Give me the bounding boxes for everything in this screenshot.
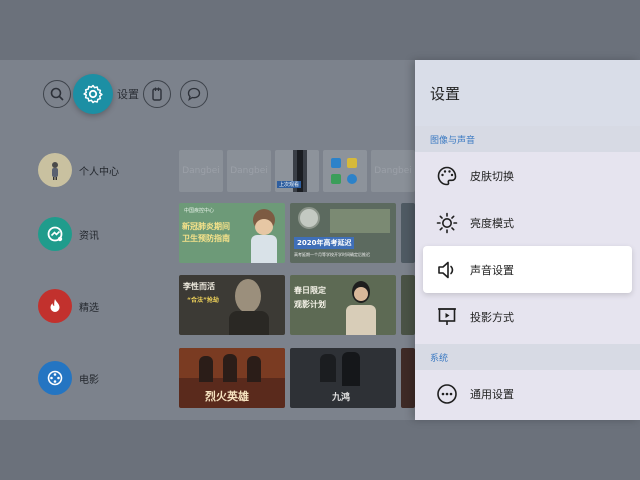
movie-tile-jiuhong[interactable]: 九鸿 xyxy=(290,348,396,408)
featured-tile-spring[interactable]: 春日限定 观影计划 xyxy=(290,275,396,335)
recent-tile[interactable]: Dangbei xyxy=(179,150,223,192)
menu-label: 亮度模式 xyxy=(470,216,514,230)
news-tile-title-line2: 卫生预防指南 xyxy=(182,234,230,243)
message-button[interactable] xyxy=(180,80,208,108)
menu-item-sound-settings[interactable]: 声音设置 xyxy=(423,246,632,293)
flame-icon xyxy=(38,289,72,323)
featured-tile-title-line2: 观影计划 xyxy=(294,300,326,309)
featured-tile-title-line1: 春日限定 xyxy=(294,286,326,295)
featured-tile-partial[interactable] xyxy=(401,275,415,335)
user-avatar xyxy=(38,153,72,187)
projector-icon xyxy=(435,305,459,329)
news-tile-header: 中国疾控中心 xyxy=(184,208,215,214)
recent-tile[interactable]: Dangbei xyxy=(227,150,271,192)
app-tile[interactable] xyxy=(323,150,367,192)
news-tile-partial[interactable] xyxy=(401,203,415,263)
tile-watermark: Dangbei xyxy=(230,166,268,176)
input-source-button[interactable] xyxy=(143,80,171,108)
speaker-icon xyxy=(435,258,459,282)
movie-tile-title: 烈火英雄 xyxy=(205,390,249,403)
featured-tile-live[interactable]: 李性而活 “合法”抢劫 xyxy=(179,275,285,335)
tile-watermark: Dangbei xyxy=(374,166,412,176)
settings-panel: 设置 图像与声音 皮肤切换 亮度模式 声音设置 投影方式 系统 通用设置 xyxy=(415,60,640,420)
section-header-image-sound: 图像与声音 xyxy=(415,126,640,152)
search-icon xyxy=(50,87,64,101)
more-dots-icon xyxy=(435,382,459,406)
news-tile-exam-delay[interactable]: 2020年高考延迟 高考延期一个月等学校开学时间确定后推迟 xyxy=(290,203,396,263)
news-tile-subtitle: 高考延期一个月等学校开学时间确定后推迟 xyxy=(294,252,370,257)
nav-label-featured: 精选 xyxy=(79,302,99,314)
tile-watermark: Dangbei xyxy=(182,166,220,176)
input-source-icon xyxy=(152,87,162,101)
last-watched-badge: 上次观看 xyxy=(277,181,302,188)
featured-tile-subtitle: “合法”抢劫 xyxy=(187,297,219,304)
sun-icon xyxy=(435,211,459,235)
news-icon xyxy=(38,217,72,251)
news-tile-prevention[interactable]: 中国疾控中心 新冠肺炎期间 卫生预防指南 xyxy=(179,203,285,263)
palette-icon xyxy=(435,164,459,188)
nav-item-personal-center[interactable]: 个人中心 xyxy=(38,150,168,190)
menu-item-projection-mode[interactable]: 投影方式 xyxy=(415,293,640,340)
menu-label: 投影方式 xyxy=(470,310,514,324)
panel-header: 设置 xyxy=(415,60,640,126)
news-tile-banner: 2020年高考延迟 xyxy=(294,237,355,249)
menu-label: 声音设置 xyxy=(470,263,514,277)
panel-title: 设置 xyxy=(430,84,461,103)
movie-tile-title: 九鸿 xyxy=(332,393,351,403)
featured-tile-title: 李性而活 xyxy=(183,282,215,291)
settings-label: 设置 xyxy=(117,88,139,101)
section-header-system: 系统 xyxy=(415,344,640,370)
menu-item-general-settings[interactable]: 通用设置 xyxy=(415,370,640,417)
nav-label-news: 资讯 xyxy=(79,230,99,242)
movie-tile-partial[interactable] xyxy=(401,348,415,408)
film-reel-icon xyxy=(38,361,72,395)
recent-tile[interactable]: Dangbei xyxy=(371,150,415,192)
menu-label: 皮肤切换 xyxy=(470,169,514,183)
menu-item-brightness-mode[interactable]: 亮度模式 xyxy=(415,199,640,246)
menu-label: 通用设置 xyxy=(470,387,514,401)
nav-label-movies: 电影 xyxy=(79,374,99,386)
recent-tile[interactable]: 上次观看 xyxy=(275,150,319,192)
movie-tile-fire-heroes[interactable]: 烈火英雄 xyxy=(179,348,285,408)
nav-label-personal-center: 个人中心 xyxy=(79,166,119,178)
menu-item-skin-switch[interactable]: 皮肤切换 xyxy=(415,152,640,199)
nav-item-featured[interactable]: 精选 xyxy=(38,286,168,326)
search-button[interactable] xyxy=(43,80,71,108)
message-icon xyxy=(187,87,201,102)
nav-item-movies[interactable]: 电影 xyxy=(38,358,168,398)
nav-item-news[interactable]: 资讯 xyxy=(38,214,168,254)
news-tile-title-line1: 新冠肺炎期间 xyxy=(182,222,230,231)
gear-icon xyxy=(83,84,103,104)
settings-button[interactable] xyxy=(73,74,113,114)
